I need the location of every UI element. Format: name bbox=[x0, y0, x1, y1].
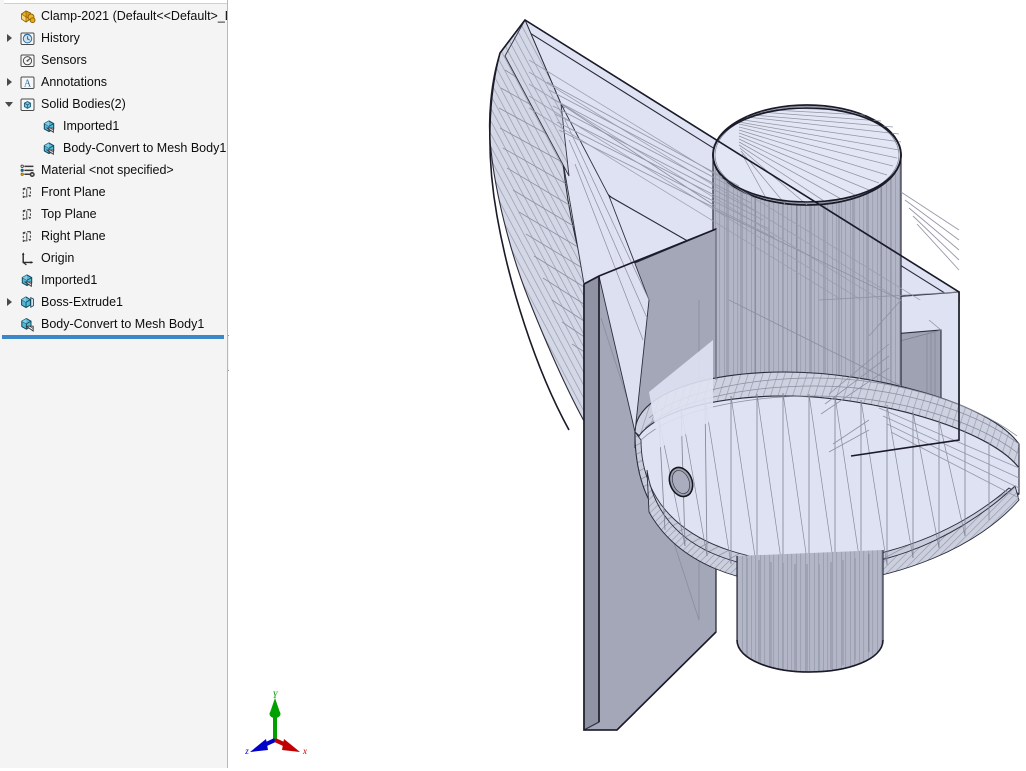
rollback-bar[interactable] bbox=[0, 333, 228, 341]
feature-manager-panel: Clamp-2021 (Default<<Default>_Disp Histo… bbox=[0, 0, 228, 768]
sensors-expander-spacer bbox=[0, 49, 18, 71]
z-axis-arrow bbox=[250, 739, 275, 752]
clamp-model bbox=[229, 0, 1026, 771]
tree-item-solid-bodies-label: Solid Bodies(2) bbox=[41, 93, 126, 115]
tree-item-sensors[interactable]: Sensors bbox=[0, 49, 227, 71]
tree-item-right-plane[interactable]: Right Plane bbox=[0, 225, 227, 247]
tree-item-root[interactable]: Clamp-2021 (Default<<Default>_Disp bbox=[0, 5, 227, 27]
annotations-expander[interactable] bbox=[0, 71, 18, 93]
body-convert-body-expander-spacer bbox=[22, 137, 40, 159]
top-plane-expander-spacer bbox=[0, 203, 18, 225]
tree-item-body-convert-mesh-body[interactable]: Body-Convert to Mesh Body1 bbox=[0, 137, 227, 159]
y-axis-label: Y bbox=[272, 690, 278, 700]
tree-item-origin[interactable]: Origin bbox=[0, 247, 227, 269]
mesh-body-icon bbox=[40, 117, 58, 135]
tree-item-sensors-label: Sensors bbox=[41, 49, 87, 71]
tree-item-annotations-label: Annotations bbox=[41, 71, 107, 93]
material-expander-spacer bbox=[0, 159, 18, 181]
imported1-feature-expander-spacer bbox=[0, 269, 18, 291]
svg-text:A: A bbox=[23, 78, 31, 89]
tree-item-root-label: Clamp-2021 (Default<<Default>_Disp bbox=[41, 5, 228, 27]
right-plane-expander-spacer bbox=[0, 225, 18, 247]
mesh-body-icon bbox=[18, 271, 36, 289]
tree-item-annotations[interactable]: A Annotations bbox=[0, 71, 227, 93]
history-folder-icon bbox=[18, 29, 36, 47]
tree-item-origin-label: Origin bbox=[41, 247, 74, 269]
tree-item-top-plane-label: Top Plane bbox=[41, 203, 97, 225]
bottom-cylinder-stub bbox=[737, 550, 883, 672]
sensors-folder-icon bbox=[18, 51, 36, 69]
tree-item-imported1-feature-label: Imported1 bbox=[41, 269, 97, 291]
panel-top-divider bbox=[4, 0, 227, 4]
part-document-icon bbox=[18, 7, 36, 25]
front-plane-expander-spacer bbox=[0, 181, 18, 203]
annotations-folder-icon: A bbox=[18, 73, 36, 91]
root-expander-spacer bbox=[0, 5, 18, 27]
plane-icon bbox=[18, 205, 36, 223]
tree-item-body-convert-mesh-body-label: Body-Convert to Mesh Body1 bbox=[63, 137, 226, 159]
tree-item-front-plane[interactable]: Front Plane bbox=[0, 181, 227, 203]
boss-extrude1-expander[interactable] bbox=[0, 291, 18, 313]
x-axis-arrow bbox=[275, 739, 300, 752]
y-axis-arrow bbox=[270, 698, 281, 740]
tree-item-body-convert-mesh-feature-label: Body-Convert to Mesh Body1 bbox=[41, 313, 204, 335]
tree-item-body-convert-mesh-feature[interactable]: Body-Convert to Mesh Body1 bbox=[0, 313, 227, 335]
history-expander[interactable] bbox=[0, 27, 18, 49]
tree-item-history[interactable]: History bbox=[0, 27, 227, 49]
cad-model-render bbox=[229, 0, 1026, 771]
tree-item-material[interactable]: Material <not specified> bbox=[0, 159, 227, 181]
origin-icon bbox=[18, 249, 36, 267]
x-axis-label: x bbox=[302, 746, 307, 756]
tree-item-top-plane[interactable]: Top Plane bbox=[0, 203, 227, 225]
plane-icon bbox=[18, 227, 36, 245]
solidworks-window: Clamp-2021 (Default<<Default>_Disp Histo… bbox=[0, 0, 1026, 771]
tree-item-imported1-feature[interactable]: Imported1 bbox=[0, 269, 227, 291]
imported1-body-expander-spacer bbox=[22, 115, 40, 137]
tree-item-boss-extrude1-label: Boss-Extrude1 bbox=[41, 291, 123, 313]
tree-item-right-plane-label: Right Plane bbox=[41, 225, 106, 247]
body-convert-mesh-icon bbox=[18, 315, 36, 333]
graphics-viewport[interactable] bbox=[229, 0, 1026, 771]
tree-item-boss-extrude1[interactable]: Boss-Extrude1 bbox=[0, 291, 227, 313]
plane-icon bbox=[18, 183, 36, 201]
origin-expander-spacer bbox=[0, 247, 18, 269]
coordinate-triad: Y z x bbox=[244, 688, 308, 762]
material-icon bbox=[18, 161, 36, 179]
tree-item-front-plane-label: Front Plane bbox=[41, 181, 106, 203]
tree-item-imported1-body[interactable]: Imported1 bbox=[0, 115, 227, 137]
boss-extrude-icon bbox=[18, 293, 36, 311]
tree-item-solid-bodies[interactable]: Solid Bodies(2) bbox=[0, 93, 227, 115]
solid-bodies-expander[interactable] bbox=[0, 93, 18, 115]
rollback-bar-line bbox=[2, 335, 224, 339]
mesh-body-icon bbox=[40, 139, 58, 157]
body-convert-feature-expander-spacer bbox=[0, 313, 18, 335]
tree-item-material-label: Material <not specified> bbox=[41, 159, 174, 181]
tree-item-history-label: History bbox=[41, 27, 80, 49]
z-axis-label: z bbox=[244, 746, 249, 756]
tree-item-imported1-body-label: Imported1 bbox=[63, 115, 119, 137]
solid-bodies-folder-icon bbox=[18, 95, 36, 113]
feature-tree[interactable]: Clamp-2021 (Default<<Default>_Disp Histo… bbox=[0, 5, 227, 768]
